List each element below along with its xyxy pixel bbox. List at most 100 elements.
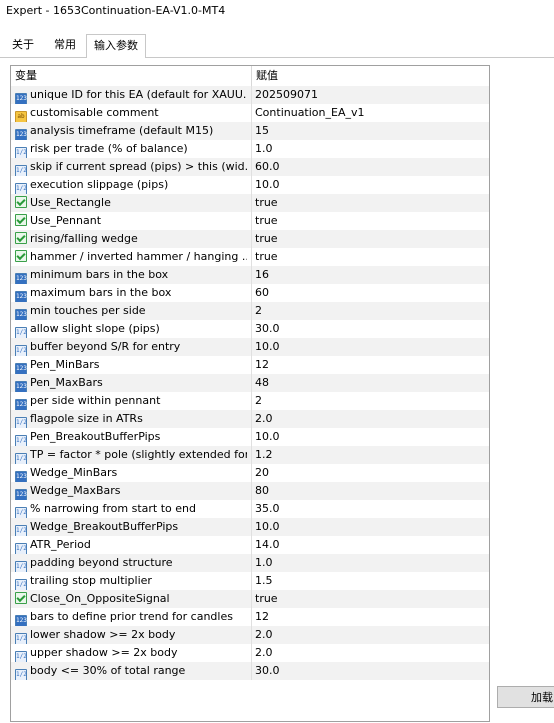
double-icon: 1/2 [15,435,27,446]
parameter-name: customisable comment [30,106,159,119]
parameter-name-cell: 1/2 lower shadow >= 2x body [15,626,247,644]
tab-common[interactable]: 常用 [48,34,82,56]
window-title: Expert - 1653Continuation-EA-V1.0-MT4 [6,4,226,17]
parameter-value[interactable]: 14.0 [255,536,485,554]
table-row[interactable]: 1/2 allow slight slope (pips) 30.0 [11,320,489,338]
parameter-value[interactable]: 15 [255,122,485,140]
parameter-value[interactable]: 2.0 [255,410,485,428]
parameter-name: Pen_MinBars [30,358,100,371]
double-icon: 1/2 [15,453,27,464]
table-row[interactable]: 1/2 buffer beyond S/R for entry 10.0 [11,338,489,356]
parameter-value[interactable]: 1.0 [255,554,485,572]
table-row[interactable]: ab customisable comment Continuation_EA_v1 [11,104,489,122]
table-row[interactable]: 123 maximum bars in the box 60 [11,284,489,302]
cell-divider [251,104,252,122]
parameter-value[interactable]: 10.0 [255,176,485,194]
table-row[interactable]: Close_On_OppositeSignal true [11,590,489,608]
table-row[interactable]: 1/2 skip if current spread (pips) > this … [11,158,489,176]
parameter-value[interactable]: 10.0 [255,428,485,446]
table-row[interactable]: 1/2 risk per trade (% of balance) 1.0 [11,140,489,158]
parameter-value[interactable]: 48 [255,374,485,392]
table-row[interactable]: 123 Wedge_MinBars 20 [11,464,489,482]
cell-divider [251,158,252,176]
table-row[interactable]: 123 Pen_MinBars 12 [11,356,489,374]
table-row[interactable]: 123 Pen_MaxBars 48 [11,374,489,392]
cell-divider [251,608,252,626]
cell-divider [251,248,252,266]
table-row[interactable]: 1/2 TP = factor * pole (slightly extended… [11,446,489,464]
table-row[interactable]: 123 per side within pennant 2 [11,392,489,410]
table-row[interactable]: 1/2 flagpole size in ATRs 2.0 [11,410,489,428]
double-icon: 1/2 [15,165,27,176]
parameter-value[interactable]: 1.0 [255,140,485,158]
parameter-name: minimum bars in the box [30,268,169,281]
table-row[interactable]: 1/2 lower shadow >= 2x body 2.0 [11,626,489,644]
table-row[interactable]: 1/2 execution slippage (pips) 10.0 [11,176,489,194]
table-row[interactable]: 123 min touches per side 2 [11,302,489,320]
parameter-value[interactable]: 1.5 [255,572,485,590]
table-row[interactable]: Use_Pennant true [11,212,489,230]
table-row[interactable]: rising/falling wedge true [11,230,489,248]
load-button[interactable]: 加载 [497,686,554,708]
table-row[interactable]: 123 analysis timeframe (default M15) 15 [11,122,489,140]
parameter-name: min touches per side [30,304,146,317]
tab-inputs[interactable]: 输入参数 [86,34,146,58]
table-row[interactable]: hammer / inverted hammer / hanging ... tr… [11,248,489,266]
table-row[interactable]: 1/2 padding beyond structure 1.0 [11,554,489,572]
parameter-value[interactable]: 60 [255,284,485,302]
parameter-name-cell: 1/2 Wedge_BreakoutBufferPips [15,518,247,536]
parameter-name-cell: 123 analysis timeframe (default M15) [15,122,247,140]
table-row[interactable]: 1/2 upper shadow >= 2x body 2.0 [11,644,489,662]
integer-icon: 123 [15,93,27,104]
parameter-name-cell: 123 Wedge_MinBars [15,464,247,482]
table-row[interactable]: 123 Wedge_MaxBars 80 [11,482,489,500]
parameter-value[interactable]: 10.0 [255,338,485,356]
table-row[interactable]: 123 unique ID for this EA (default for XA… [11,86,489,104]
parameter-name-cell: 1/2 execution slippage (pips) [15,176,247,194]
table-row[interactable]: 1/2 Pen_BreakoutBufferPips 10.0 [11,428,489,446]
parameter-value[interactable]: 2 [255,302,485,320]
parameter-value[interactable]: 2.0 [255,644,485,662]
table-row[interactable]: 1/2% narrowing from start to end 35.0 [11,500,489,518]
table-row[interactable]: 123 minimum bars in the box 16 [11,266,489,284]
parameter-name-cell: 123 minimum bars in the box [15,266,247,284]
parameter-value[interactable]: 202509071 [255,86,485,104]
double-icon: 1/2 [15,561,27,572]
table-row[interactable]: 123 bars to define prior trend for candle… [11,608,489,626]
parameter-name-cell: 123 Pen_MaxBars [15,374,247,392]
tab-about[interactable]: 关于 [8,34,38,56]
parameter-value[interactable]: Continuation_EA_v1 [255,104,485,122]
parameter-name-cell: 1/2 risk per trade (% of balance) [15,140,247,158]
parameter-value[interactable]: true [255,212,485,230]
parameter-value[interactable]: 35.0 [255,500,485,518]
parameter-name: Use_Rectangle [30,196,111,209]
parameter-name: execution slippage (pips) [30,178,169,191]
parameter-name-cell: Use_Rectangle [15,194,247,212]
table-row[interactable]: 1/2 Wedge_BreakoutBufferPips 10.0 [11,518,489,536]
parameter-value[interactable]: true [255,590,485,608]
parameter-name-cell: Close_On_OppositeSignal [15,590,247,608]
parameter-value[interactable]: true [255,230,485,248]
parameter-value[interactable]: 30.0 [255,662,485,680]
parameter-value[interactable]: true [255,248,485,266]
parameter-value[interactable]: 12 [255,608,485,626]
parameter-value[interactable]: 16 [255,266,485,284]
parameter-value[interactable]: true [255,194,485,212]
parameter-value[interactable]: 12 [255,356,485,374]
parameter-value[interactable]: 2 [255,392,485,410]
parameter-value[interactable]: 1.2 [255,446,485,464]
parameter-value[interactable]: 30.0 [255,320,485,338]
double-icon: 1/2 [15,633,27,644]
table-row[interactable]: Use_Rectangle true [11,194,489,212]
double-icon: 1/2 [15,417,27,428]
parameter-value[interactable]: 2.0 [255,626,485,644]
table-row[interactable]: 1/2 body <= 30% of total range 30.0 [11,662,489,680]
table-row[interactable]: 1/2 trailing stop multiplier 1.5 [11,572,489,590]
parameter-value[interactable]: 20 [255,464,485,482]
table-row[interactable]: 1/2 ATR_Period 14.0 [11,536,489,554]
parameter-value[interactable]: 80 [255,482,485,500]
column-header-value[interactable]: 赋值 [252,66,278,86]
parameter-value[interactable]: 60.0 [255,158,485,176]
column-header-variable[interactable]: 变量 [11,66,37,86]
parameter-value[interactable]: 10.0 [255,518,485,536]
